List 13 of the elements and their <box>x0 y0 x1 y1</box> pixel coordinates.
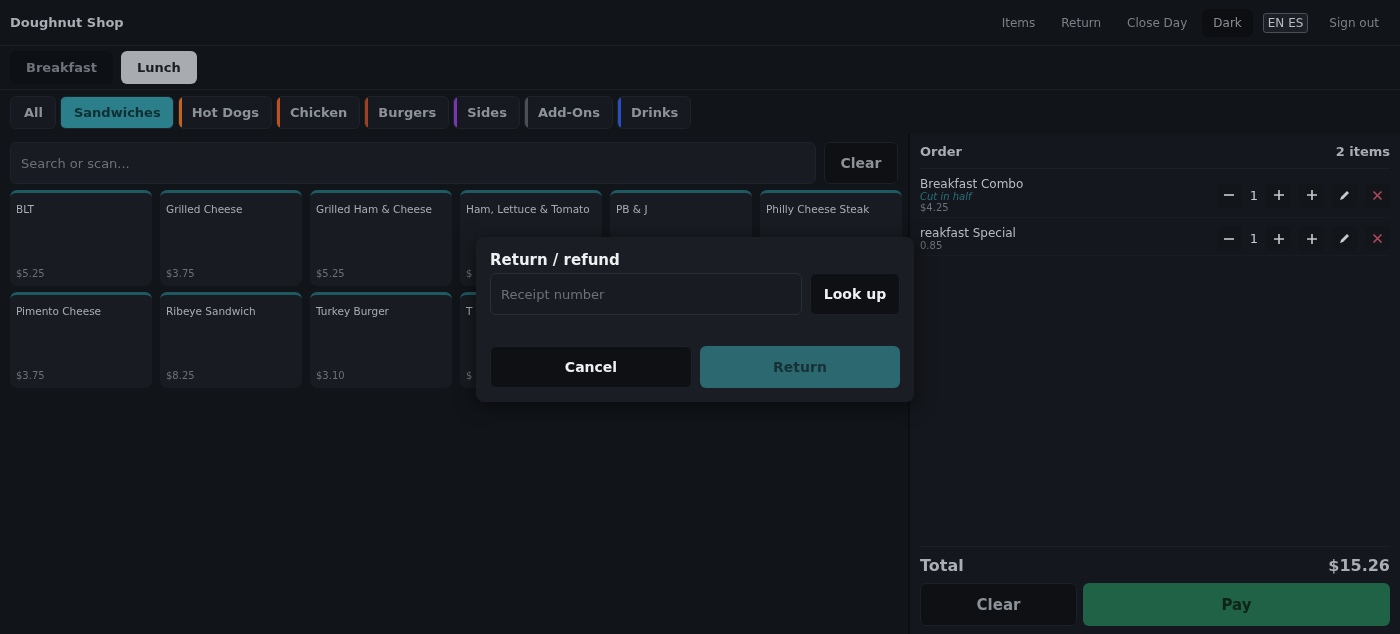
dialog-title: Return / refund <box>490 251 621 269</box>
item-note: Cut in half <box>920 191 974 202</box>
quantity: 1 <box>1249 231 1258 246</box>
item-price: 0.85 <box>920 240 944 251</box>
item-name: reakfast Special <box>920 226 1016 240</box>
app-title: Doughnut Shop <box>10 15 124 30</box>
quantity: 1 <box>1249 187 1258 203</box>
item-name: Breakfast Combo <box>920 177 1024 191</box>
order-title: Order <box>920 143 962 159</box>
total-label: Total <box>920 555 964 575</box>
total-amount: $15.26 <box>1328 555 1390 575</box>
item-price: $4.25 <box>920 202 950 213</box>
item-count: 2 items <box>1335 143 1390 159</box>
